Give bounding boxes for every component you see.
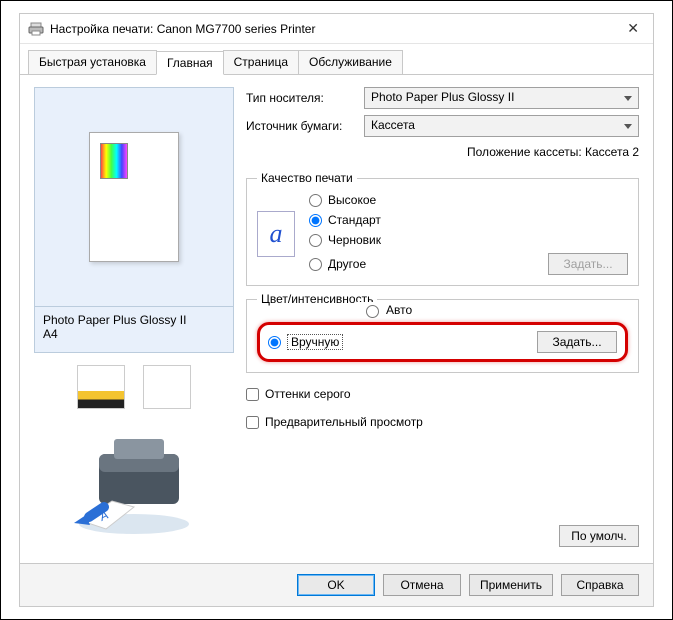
titlebar: Настройка печати: Canon MG7700 series Pr…	[20, 14, 653, 44]
thumb-row	[34, 365, 234, 409]
tab-quick-setup[interactable]: Быстрая установка	[28, 50, 157, 74]
dialog-footer: OK Отмена Применить Справка	[20, 563, 653, 606]
page-preview-area	[34, 87, 234, 307]
tab-page[interactable]: Страница	[223, 50, 299, 74]
paper-source-row: Источник бумаги: Кассета	[246, 115, 639, 137]
gradient-swatch-icon	[100, 143, 128, 179]
color-fieldset: Цвет/интенсивность Авто Вручную Задать..…	[246, 292, 639, 373]
media-type-label: Тип носителя:	[246, 91, 356, 105]
quality-standard-radio[interactable]: Стандарт	[309, 213, 628, 227]
color-set-button[interactable]: Задать...	[537, 331, 617, 353]
preview-label-text: Предварительный просмотр	[265, 415, 423, 429]
quality-fieldset: Качество печати a Высокое Стандарт Черно…	[246, 171, 639, 286]
tab-maintenance[interactable]: Обслуживание	[298, 50, 403, 74]
paper-source-label: Источник бумаги:	[246, 119, 356, 133]
radio-input[interactable]	[366, 305, 379, 318]
color-manual-radio[interactable]: Вручную	[268, 334, 527, 350]
quality-other-radio[interactable]	[309, 258, 322, 271]
cancel-button[interactable]: Отмена	[383, 574, 461, 596]
ok-button[interactable]: OK	[297, 574, 375, 596]
tab-main[interactable]: Главная	[156, 51, 224, 75]
left-panel: Photo Paper Plus Glossy II A4 A	[34, 87, 234, 551]
quality-set-button[interactable]: Задать...	[548, 253, 628, 275]
color-thumb[interactable]	[77, 365, 125, 409]
quality-legend: Качество печати	[257, 171, 357, 185]
dialog-body: Photo Paper Plus Glossy II A4 A	[20, 75, 653, 563]
preview-checkbox[interactable]	[246, 416, 259, 429]
radio-input[interactable]	[309, 194, 322, 207]
printer-illustration: A	[34, 429, 234, 539]
page-preview	[89, 132, 179, 262]
media-type-select[interactable]: Photo Paper Plus Glossy II	[364, 87, 639, 109]
quality-other-row: Другое Задать...	[309, 253, 628, 275]
apply-button[interactable]: Применить	[469, 574, 553, 596]
help-button[interactable]: Справка	[561, 574, 639, 596]
close-button[interactable]: ✕	[621, 20, 645, 37]
grayscale-checkbox[interactable]	[246, 388, 259, 401]
highlight-annotation: Вручную Задать...	[257, 322, 628, 362]
cassette-position-label: Положение кассеты: Кассета 2	[246, 145, 639, 159]
preview-size-label: A4	[43, 327, 225, 341]
radio-input[interactable]	[309, 214, 322, 227]
preview-label: Photo Paper Plus Glossy II A4	[34, 307, 234, 353]
media-type-row: Тип носителя: Photo Paper Plus Glossy II	[246, 87, 639, 109]
preview-checkbox-row[interactable]: Предварительный просмотр	[246, 415, 639, 429]
right-panel: Тип носителя: Photo Paper Plus Glossy II…	[246, 87, 639, 551]
color-auto-radio[interactable]: Авто	[357, 302, 416, 318]
print-settings-dialog: Настройка печати: Canon MG7700 series Pr…	[19, 13, 654, 607]
printer-icon	[28, 22, 44, 36]
blank-thumb[interactable]	[143, 365, 191, 409]
defaults-button[interactable]: По умолч.	[559, 525, 639, 547]
radio-input[interactable]	[268, 336, 281, 349]
outer-frame: Настройка печати: Canon MG7700 series Pr…	[0, 0, 673, 620]
quality-high-radio[interactable]: Высокое	[309, 193, 628, 207]
grayscale-label: Оттенки серого	[265, 387, 351, 401]
quality-draft-radio[interactable]: Черновик	[309, 233, 628, 247]
grayscale-checkbox-row[interactable]: Оттенки серого	[246, 387, 639, 401]
tab-strip: Быстрая установка Главная Страница Обслу…	[20, 44, 653, 75]
paper-source-select[interactable]: Кассета	[364, 115, 639, 137]
quality-icon: a	[257, 211, 295, 257]
preview-media-label: Photo Paper Plus Glossy II	[43, 313, 225, 327]
radio-input[interactable]	[309, 234, 322, 247]
dialog-title: Настройка печати: Canon MG7700 series Pr…	[50, 22, 621, 36]
